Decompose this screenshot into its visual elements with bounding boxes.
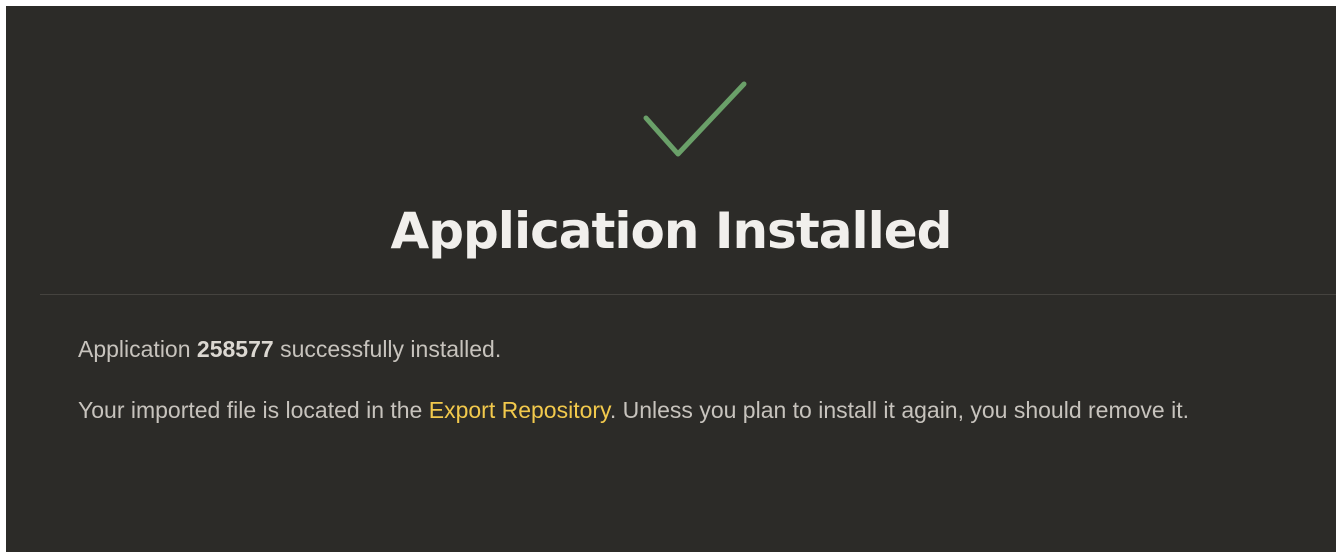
success-panel: Application Installed Application 258577…: [6, 6, 1336, 552]
export-repository-note: Your imported file is located in the Exp…: [78, 393, 1278, 427]
divider: [40, 294, 1336, 295]
note-before-link: Your imported file is located in the: [78, 397, 423, 423]
note-after-link: . Unless you plan to install it again, y…: [609, 397, 1189, 423]
install-success-message: Application 258577 successfully installe…: [78, 332, 501, 366]
message-suffix: successfully installed.: [280, 336, 502, 362]
export-repository-link[interactable]: Export Repository: [429, 397, 610, 423]
application-id: 258577: [196, 336, 274, 362]
message-prefix: Application: [78, 336, 191, 362]
page-title: Application Installed: [390, 202, 953, 260]
check-icon: [643, 81, 747, 157]
